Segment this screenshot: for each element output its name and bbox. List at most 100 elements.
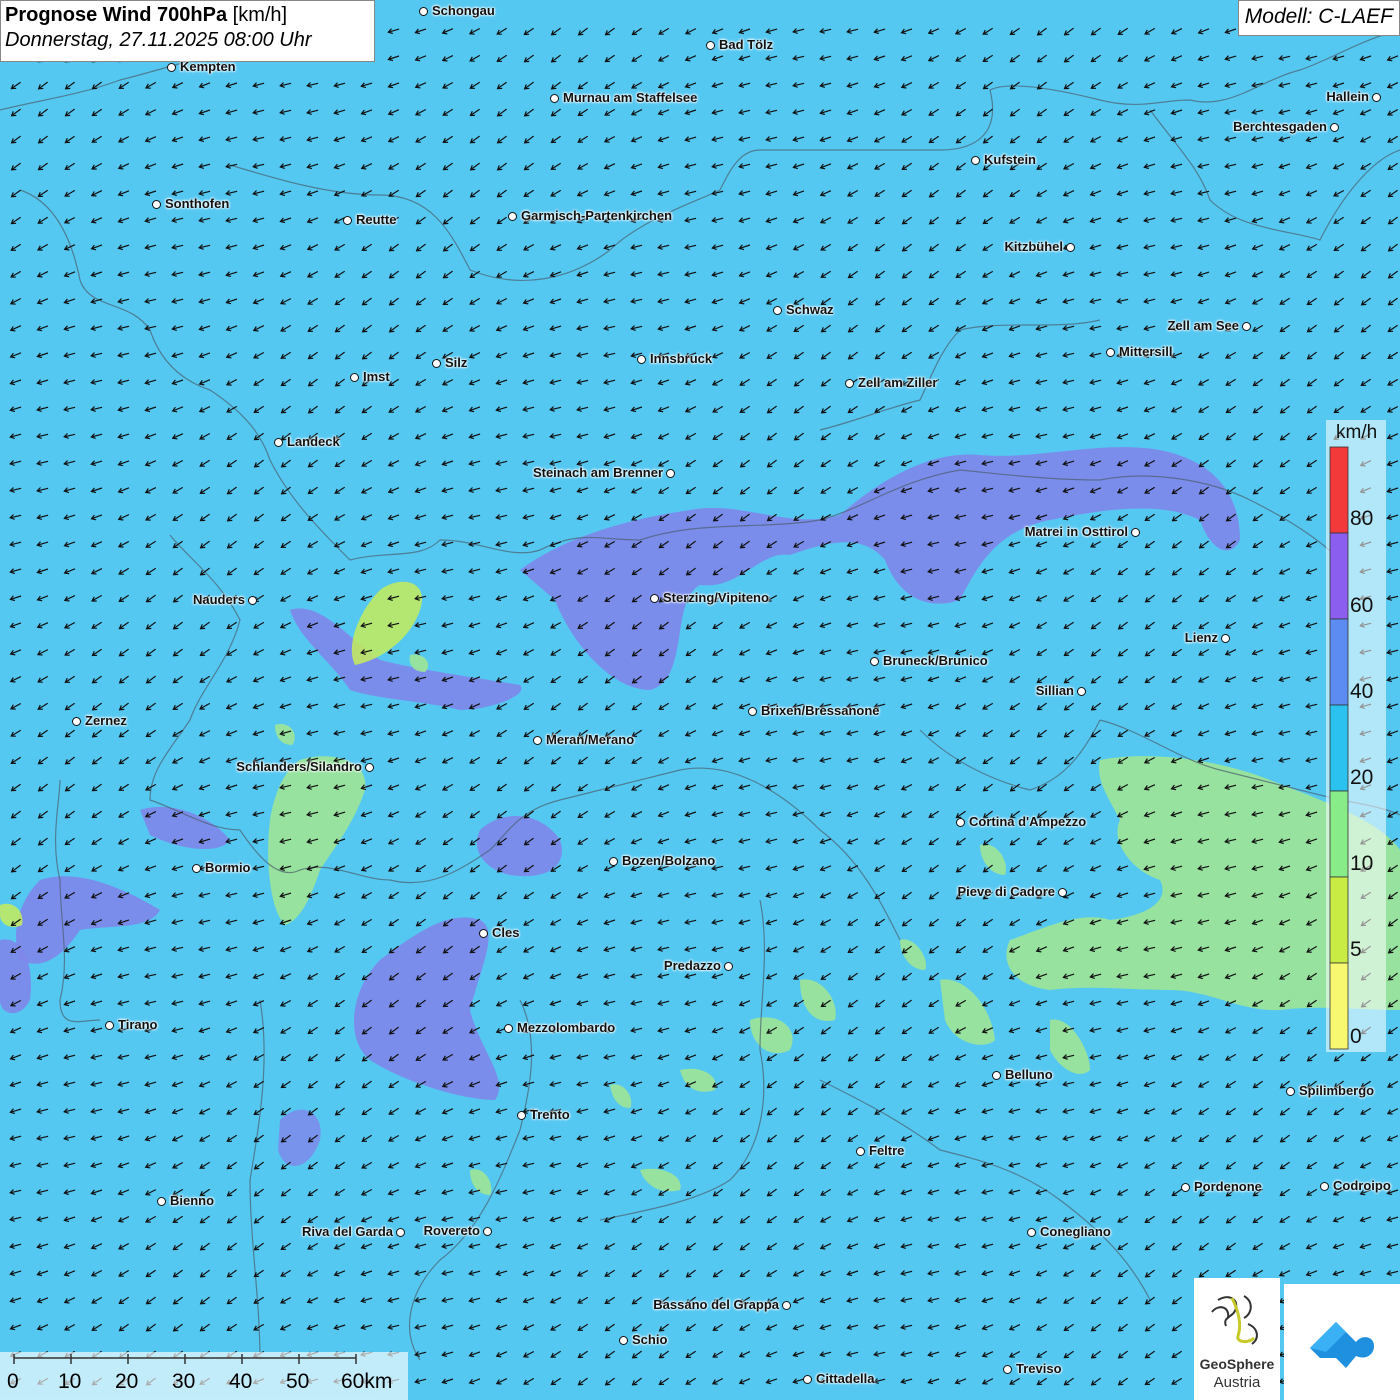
city-marker — [724, 962, 733, 971]
scale-label-10: 10 — [58, 1370, 82, 1393]
city-marker — [773, 306, 782, 315]
scale-label-20: 20 — [115, 1370, 139, 1393]
city-label-belluno: Belluno — [1005, 1067, 1053, 1082]
city-label-innsbruck: Innsbruck — [650, 351, 713, 366]
city-marker — [870, 657, 879, 666]
logo-sub: Austria — [1213, 1374, 1261, 1391]
city-label-kempten: Kempten — [180, 59, 236, 74]
city-marker — [1003, 1365, 1012, 1374]
city-label-codroipo: Codroipo — [1333, 1178, 1391, 1193]
logo-name: GeoSphere — [1199, 1356, 1275, 1372]
city-marker — [666, 469, 675, 478]
legend-label-40: 40 — [1350, 680, 1374, 703]
city-marker — [637, 355, 646, 364]
scale-label-30: 30 — [172, 1370, 196, 1393]
city-label-brixen-bressanone: Brixen/Bressanone — [761, 703, 880, 718]
city-marker — [432, 359, 441, 368]
city-label-cortina-d-ampezzo: Cortina d'Ampezzo — [969, 814, 1087, 829]
city-label-lienz: Lienz — [1184, 630, 1218, 645]
city-label-sterzing-vipiteno: Sterzing/Vipiteno — [663, 590, 769, 605]
city-label-zell-am-see: Zell am See — [1167, 318, 1239, 333]
city-label-rovereto: Rovereto — [423, 1223, 480, 1238]
city-label-schlanders-silandro: Schlanders/Silandro — [236, 759, 362, 774]
map-title: Prognose Wind 700hPa — [5, 4, 228, 26]
color-legend: km/h 80 60 40 20 10 5 0 — [1326, 420, 1386, 1052]
legend-swatch-80-plus — [1329, 446, 1349, 534]
city-marker — [350, 373, 359, 382]
city-marker — [1131, 528, 1140, 537]
forecast-date: Donnerstag, 27.11.2025 08:00 Uhr — [5, 29, 312, 51]
city-label-bassano-del-grappa: Bassano del Grappa — [653, 1297, 779, 1312]
city-label-murnau-am-staffelsee: Murnau am Staffelsee — [563, 90, 698, 105]
city-label-imst: Imst — [363, 369, 390, 384]
city-marker — [508, 212, 517, 221]
city-marker — [396, 1228, 405, 1237]
city-marker — [1077, 687, 1086, 696]
city-marker — [650, 594, 659, 603]
geosphere-logo[interactable]: GeoSphere Austria — [1194, 1278, 1280, 1400]
city-marker — [956, 818, 965, 827]
city-label-treviso: Treviso — [1016, 1361, 1062, 1376]
city-label-zell-am-ziller: Zell am Ziller — [858, 375, 938, 390]
city-label-spilimbergo: Spilimbergo — [1299, 1083, 1375, 1098]
city-label-reutte: Reutte — [356, 212, 397, 227]
map-unit: [km/h] — [232, 4, 288, 26]
city-marker — [248, 596, 257, 605]
city-marker — [1058, 888, 1067, 897]
city-label-predazzo: Predazzo — [663, 958, 721, 973]
city-marker — [152, 200, 161, 209]
city-marker — [782, 1301, 791, 1310]
city-marker — [479, 929, 488, 938]
city-marker — [1372, 93, 1381, 102]
city-label-conegliano: Conegliano — [1040, 1224, 1111, 1239]
city-label-pieve-di-cadore: Pieve di Cadore — [957, 884, 1055, 899]
legend-label-80: 80 — [1350, 507, 1374, 530]
legend-label-0: 0 — [1350, 1025, 1362, 1048]
geosphere-logo-icon — [1211, 1295, 1258, 1345]
city-label-schwaz: Schwaz — [786, 302, 834, 317]
city-label-nauders: Nauders — [192, 592, 245, 607]
city-marker — [1181, 1183, 1190, 1192]
city-label-pordenone: Pordenone — [1194, 1179, 1262, 1194]
city-label-bruneck-brunico: Bruneck/Brunico — [883, 653, 988, 668]
city-label-garmisch-partenkirchen: Garmisch-Partenkirchen — [521, 208, 673, 223]
city-label-meran-merano: Meran/Merano — [546, 732, 635, 747]
city-marker — [992, 1071, 1001, 1080]
city-label-bad-t-lz: Bad Tölz — [719, 37, 774, 52]
legend-label-5: 5 — [1350, 938, 1362, 961]
city-label-riva-del-garda: Riva del Garda — [301, 1224, 393, 1239]
city-label-kitzb-hel: Kitzbühel — [1004, 239, 1064, 254]
city-marker — [504, 1024, 513, 1033]
legend-swatch-60-80 — [1329, 532, 1349, 620]
city-label-trento: Trento — [530, 1107, 570, 1122]
city-marker — [1320, 1182, 1329, 1191]
legend-swatch-10-20 — [1329, 790, 1349, 878]
city-label-mezzolombardo: Mezzolombardo — [517, 1020, 616, 1035]
city-marker — [419, 7, 428, 16]
city-marker — [517, 1111, 526, 1120]
city-marker — [1106, 348, 1115, 357]
scale-label-40: 40 — [229, 1370, 253, 1393]
model-label: Modell: C-LAEF — [1237, 0, 1400, 36]
city-marker — [748, 707, 757, 716]
city-label-cles: Cles — [492, 925, 520, 940]
city-marker — [803, 1375, 812, 1384]
city-label-bormio: Bormio — [205, 860, 251, 875]
city-marker — [1242, 322, 1251, 331]
city-marker — [550, 94, 559, 103]
city-marker — [167, 63, 176, 72]
city-label-sonthofen: Sonthofen — [165, 196, 230, 211]
city-label-schio: Schio — [632, 1332, 668, 1347]
city-marker — [343, 216, 352, 225]
scale-label-50: 50 — [286, 1370, 310, 1393]
city-marker — [1027, 1228, 1036, 1237]
city-label-feltre: Feltre — [869, 1143, 905, 1158]
cloud-logo[interactable] — [1284, 1284, 1400, 1400]
city-marker — [609, 857, 618, 866]
city-marker — [365, 763, 374, 772]
city-marker — [1221, 634, 1230, 643]
city-label-cittadella: Cittadella — [816, 1371, 875, 1386]
city-marker — [274, 438, 283, 447]
city-marker — [845, 379, 854, 388]
city-label-bozen-bolzano: Bozen/Bolzano — [622, 853, 716, 868]
